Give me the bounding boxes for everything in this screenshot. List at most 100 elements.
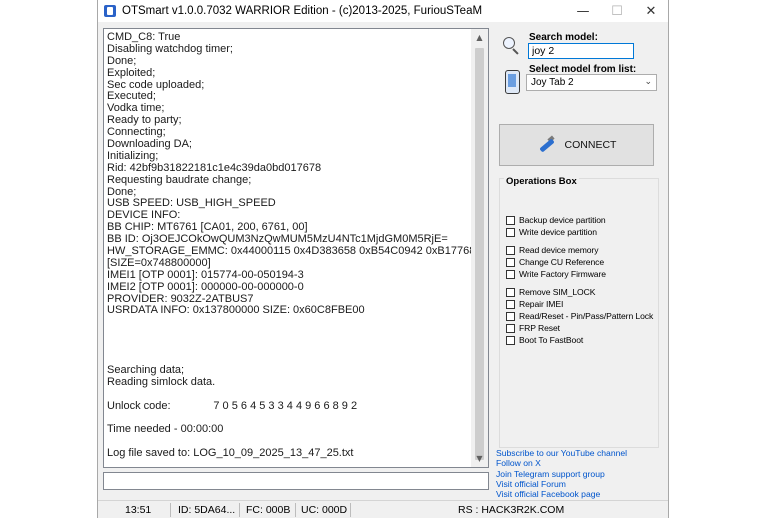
log-line: Done; bbox=[107, 55, 137, 67]
status-id: ID: 5DA64... bbox=[178, 504, 236, 516]
checkbox-icon[interactable] bbox=[506, 323, 515, 333]
operation-label: Backup device partition bbox=[519, 215, 606, 225]
log-line: HW_STORAGE_EMMC: 0x44000115 0x4D383658 0… bbox=[107, 246, 473, 258]
search-label: Search model: bbox=[529, 32, 598, 43]
checkbox-icon[interactable] bbox=[506, 311, 515, 321]
window-controls: — ☐ ✕ bbox=[566, 0, 668, 22]
minimize-button[interactable]: — bbox=[566, 0, 600, 22]
operation-label: Read/Reset - Pin/Pass/Pattern Lock bbox=[519, 311, 654, 321]
log-line: Ready to party; bbox=[107, 115, 182, 127]
status-rs: RS : HACK3R2K.COM bbox=[458, 504, 565, 516]
log-line: [SIZE=0x748800000] bbox=[107, 257, 211, 269]
log-line: Exploited; bbox=[107, 67, 156, 79]
log-scrollbar[interactable]: ▲ ▼ bbox=[471, 29, 488, 467]
log-line: DEVICE INFO: bbox=[107, 210, 181, 222]
log-line: Searching data; bbox=[107, 364, 185, 376]
chevron-down-icon: ⌄ bbox=[644, 77, 652, 87]
scroll-up-icon[interactable]: ▲ bbox=[471, 29, 488, 46]
plug-icon bbox=[537, 135, 557, 155]
footer-link[interactable]: Visit official Forum bbox=[496, 479, 566, 489]
operation-checkbox[interactable]: Change CU Reference bbox=[506, 257, 604, 267]
operation-label: Write device partition bbox=[519, 227, 597, 237]
operations-box: Operations Box Backup device partition Wr… bbox=[499, 176, 659, 448]
connect-label: CONNECT bbox=[564, 139, 617, 151]
log-line: Disabling watchdog timer; bbox=[107, 43, 233, 55]
footer-link[interactable]: Join Telegram support group bbox=[496, 469, 605, 479]
operation-label: Change CU Reference bbox=[519, 257, 605, 267]
status-fc: FC: 000B bbox=[246, 504, 291, 516]
log-lines: CMD_C8: True Disabling watchdog timer; Don… bbox=[107, 32, 473, 460]
window-title: OTSmart v1.0.0.7032 WARRIOR Edition - (c… bbox=[122, 5, 483, 17]
log-line: Reading simlock data. bbox=[107, 376, 216, 388]
title-bar[interactable]: OTSmart v1.0.0.7032 WARRIOR Edition - (c… bbox=[98, 0, 668, 22]
app-window: OTSmart v1.0.0.7032 WARRIOR Edition - (c… bbox=[97, 0, 669, 518]
footer-link[interactable]: Follow on X bbox=[496, 458, 541, 468]
operation-checkbox[interactable]: Write Factory Firmware bbox=[506, 269, 606, 279]
operation-checkbox[interactable]: FRP Reset bbox=[506, 323, 560, 333]
checkbox-icon[interactable] bbox=[506, 245, 515, 255]
log-line: BB ID: Oj3OEJCOkOwQUM3NzQwMUM5MzU4NTc1Mj… bbox=[107, 234, 448, 246]
command-input[interactable] bbox=[103, 472, 489, 490]
checkbox-icon[interactable] bbox=[506, 227, 515, 237]
operation-checkbox[interactable]: Boot To FastBoot bbox=[506, 335, 583, 345]
operation-label: Remove SIM_LOCK bbox=[519, 287, 596, 297]
search-icon bbox=[502, 37, 520, 55]
footer-link[interactable]: Visit official Facebook page bbox=[496, 489, 600, 499]
operation-checkbox[interactable]: Backup device partition bbox=[506, 215, 606, 225]
log-line: Initializing; bbox=[107, 150, 159, 162]
operation-checkbox[interactable]: Remove SIM_LOCK bbox=[506, 287, 595, 297]
checkbox-icon[interactable] bbox=[506, 335, 515, 345]
close-button[interactable]: ✕ bbox=[634, 0, 668, 22]
log-line: Log file saved to: LOG_10_09_2025_13_47_… bbox=[107, 448, 354, 460]
phone-icon bbox=[505, 70, 520, 94]
operation-checkbox[interactable]: Read device memory bbox=[506, 245, 599, 255]
operation-label: Write Factory Firmware bbox=[519, 269, 606, 279]
checkbox-icon[interactable] bbox=[506, 299, 515, 309]
status-uc: UC: 000D bbox=[301, 504, 348, 516]
log-output[interactable]: CMD_C8: True Disabling watchdog timer; Don… bbox=[103, 28, 489, 468]
footer-link[interactable]: Subscribe to our YouTube channel bbox=[496, 448, 627, 458]
app-icon bbox=[104, 5, 116, 17]
maximize-button[interactable]: ☐ bbox=[600, 0, 634, 22]
operation-checkbox[interactable]: Read/Reset - Pin/Pass/Pattern Lock bbox=[506, 311, 653, 321]
connect-button[interactable]: CONNECT bbox=[499, 124, 654, 166]
scroll-thumb[interactable] bbox=[475, 48, 484, 460]
log-line: USB SPEED: USB_HIGH_SPEED bbox=[107, 198, 276, 210]
log-line: PROVIDER: 9032Z-2ATBUS7 bbox=[107, 293, 254, 305]
log-line: Downloading DA; bbox=[107, 139, 192, 151]
search-input[interactable] bbox=[528, 43, 634, 59]
log-line: Vodka time; bbox=[107, 103, 165, 115]
log-line: Done; bbox=[107, 186, 137, 198]
log-line: BB CHIP: MT6761 [CA01, 200, 6761, 00] bbox=[107, 222, 308, 234]
checkbox-icon[interactable] bbox=[506, 215, 515, 225]
operation-label: Boot To FastBoot bbox=[519, 335, 584, 345]
operations-title: Operations Box bbox=[504, 176, 579, 187]
log-line: Connecting; bbox=[107, 127, 166, 139]
checkbox-icon[interactable] bbox=[506, 257, 515, 267]
operation-checkbox[interactable]: Repair IMEI bbox=[506, 299, 563, 309]
scroll-down-icon[interactable]: ▼ bbox=[471, 450, 488, 467]
log-line: CMD_C8: True bbox=[107, 32, 181, 43]
status-time: 13:51 bbox=[125, 504, 152, 516]
log-line: Rid: 42bf9b31822181c1e4c39da0bd017678 bbox=[107, 162, 322, 174]
model-select-value: Joy Tab 2 bbox=[531, 77, 574, 88]
checkbox-icon[interactable] bbox=[506, 269, 515, 279]
operation-label: Repair IMEI bbox=[519, 299, 564, 309]
log-line: Executed; bbox=[107, 91, 156, 103]
model-select[interactable]: Joy Tab 2 ⌄ bbox=[526, 74, 657, 91]
operation-checkbox[interactable]: Write device partition bbox=[506, 227, 597, 237]
checkbox-icon[interactable] bbox=[506, 287, 515, 297]
operation-label: Read device memory bbox=[519, 245, 599, 255]
log-line: IMEI1 [OTP 0001]: 015774-00-050194-3 bbox=[107, 269, 304, 281]
log-line: IMEI2 [OTP 0001]: 000000-00-000000-0 bbox=[107, 281, 304, 293]
status-bar: 13:51 ID: 5DA64... FC: 000B UC: 000D RS … bbox=[98, 500, 668, 518]
log-line: Time needed - 00:00:00 bbox=[107, 424, 224, 436]
operation-label: FRP Reset bbox=[519, 323, 560, 333]
log-line: Unlock code: 7 0 5 6 4 5 3 3 4 4 9 6 6 8… bbox=[107, 400, 358, 412]
